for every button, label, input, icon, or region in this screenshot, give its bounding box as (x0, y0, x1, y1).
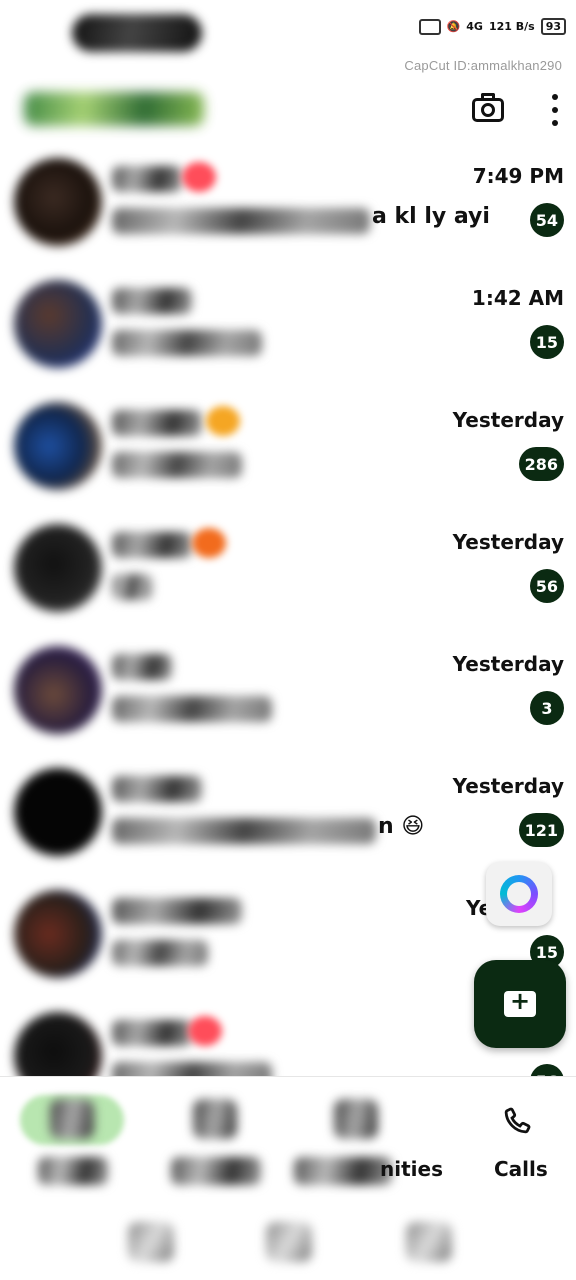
app-title (24, 92, 204, 126)
avatar (14, 768, 102, 856)
last-message (112, 330, 262, 356)
chat-row[interactable]: Yesterday 3 (0, 638, 576, 758)
chat-row[interactable]: a kl ly ayi 7:49 PM 54 (0, 150, 576, 270)
unread-badge: 54 (529, 203, 564, 237)
back-button[interactable] (406, 1222, 452, 1262)
tab-chats[interactable] (0, 1077, 140, 1197)
contact-name (112, 654, 172, 680)
tab-chats-label (38, 1157, 108, 1185)
cast-icon (418, 18, 441, 35)
chats-icon (50, 1099, 94, 1139)
signal-text: 4G (466, 20, 483, 33)
last-message-tail: n 😆 (378, 814, 425, 839)
heart-emoji (182, 162, 216, 192)
unread-badge: 286 (518, 447, 564, 481)
chat-row[interactable]: n 😆 Yesterday 121 (0, 760, 576, 880)
last-message (112, 696, 272, 722)
recent-apps-button[interactable] (128, 1222, 174, 1262)
meta-ai-icon (500, 875, 538, 913)
new-chat-button[interactable] (474, 960, 566, 1048)
contact-name (112, 166, 182, 192)
mute-icon: 🔕 (446, 20, 461, 33)
avatar (14, 890, 102, 978)
status-bar: 🔕 4G 121 B/s 93 (0, 0, 576, 60)
chat-time: 1:42 AM (471, 286, 564, 310)
chat-time: Yesterday (452, 652, 564, 676)
contact-name (112, 1020, 192, 1046)
tab-calls-label: Calls (494, 1157, 548, 1181)
watermark: CapCut ID:ammalkhan290 (404, 58, 562, 73)
chat-row[interactable]: Yesterday 286 (0, 394, 576, 514)
avatar (14, 158, 102, 246)
tab-updates[interactable] (145, 1077, 285, 1197)
last-message-tail: a kl ly ayi (372, 204, 490, 229)
chat-time: 7:49 PM (472, 164, 564, 188)
emoji (206, 406, 240, 436)
tab-updates-label (171, 1157, 261, 1185)
avatar (14, 402, 102, 490)
contact-name (112, 288, 192, 314)
unread-badge: 15 (529, 325, 564, 359)
app-header (0, 80, 576, 140)
battery-icon: 93 (540, 18, 566, 35)
tab-communities-label-blur (294, 1157, 392, 1185)
home-button[interactable] (266, 1222, 312, 1262)
camera-icon[interactable] (470, 92, 506, 124)
updates-icon (193, 1099, 237, 1139)
tab-communities-label: nities (380, 1157, 443, 1181)
new-chat-icon (504, 987, 536, 1017)
chat-time: Yesterday (452, 530, 564, 554)
status-bar-time-blurred (72, 14, 202, 52)
heart-emoji (188, 1016, 222, 1046)
avatar (14, 280, 102, 368)
chat-row[interactable]: 1:42 AM 15 (0, 272, 576, 392)
unread-badge: 121 (518, 813, 564, 847)
emoji (192, 528, 226, 558)
avatar (14, 524, 102, 612)
net-speed: 121 B/s (488, 20, 535, 33)
chat-time: Yesterday (452, 774, 564, 798)
avatar (14, 646, 102, 734)
contact-name (112, 532, 192, 558)
unread-badge: 3 (530, 691, 564, 725)
last-message (112, 452, 242, 478)
contact-name (112, 776, 202, 802)
tab-communities[interactable]: nities (290, 1077, 443, 1197)
last-message (112, 818, 376, 844)
status-icons: 🔕 4G 121 B/s 93 (418, 18, 566, 35)
unread-badge: 56 (529, 569, 564, 603)
communities-icon (334, 1099, 378, 1139)
chat-row[interactable]: Yesterday 56 (0, 516, 576, 636)
phone-icon (504, 1107, 531, 1134)
system-nav-bar (0, 1200, 576, 1280)
tab-calls[interactable]: Calls (436, 1077, 576, 1197)
more-vert-icon[interactable] (546, 94, 564, 126)
contact-name (112, 410, 202, 436)
meta-ai-button[interactable] (486, 862, 552, 926)
contact-name (112, 898, 242, 924)
last-message (112, 940, 208, 966)
chat-time: Yesterday (452, 408, 564, 432)
last-message (112, 574, 152, 600)
last-message (112, 208, 370, 234)
